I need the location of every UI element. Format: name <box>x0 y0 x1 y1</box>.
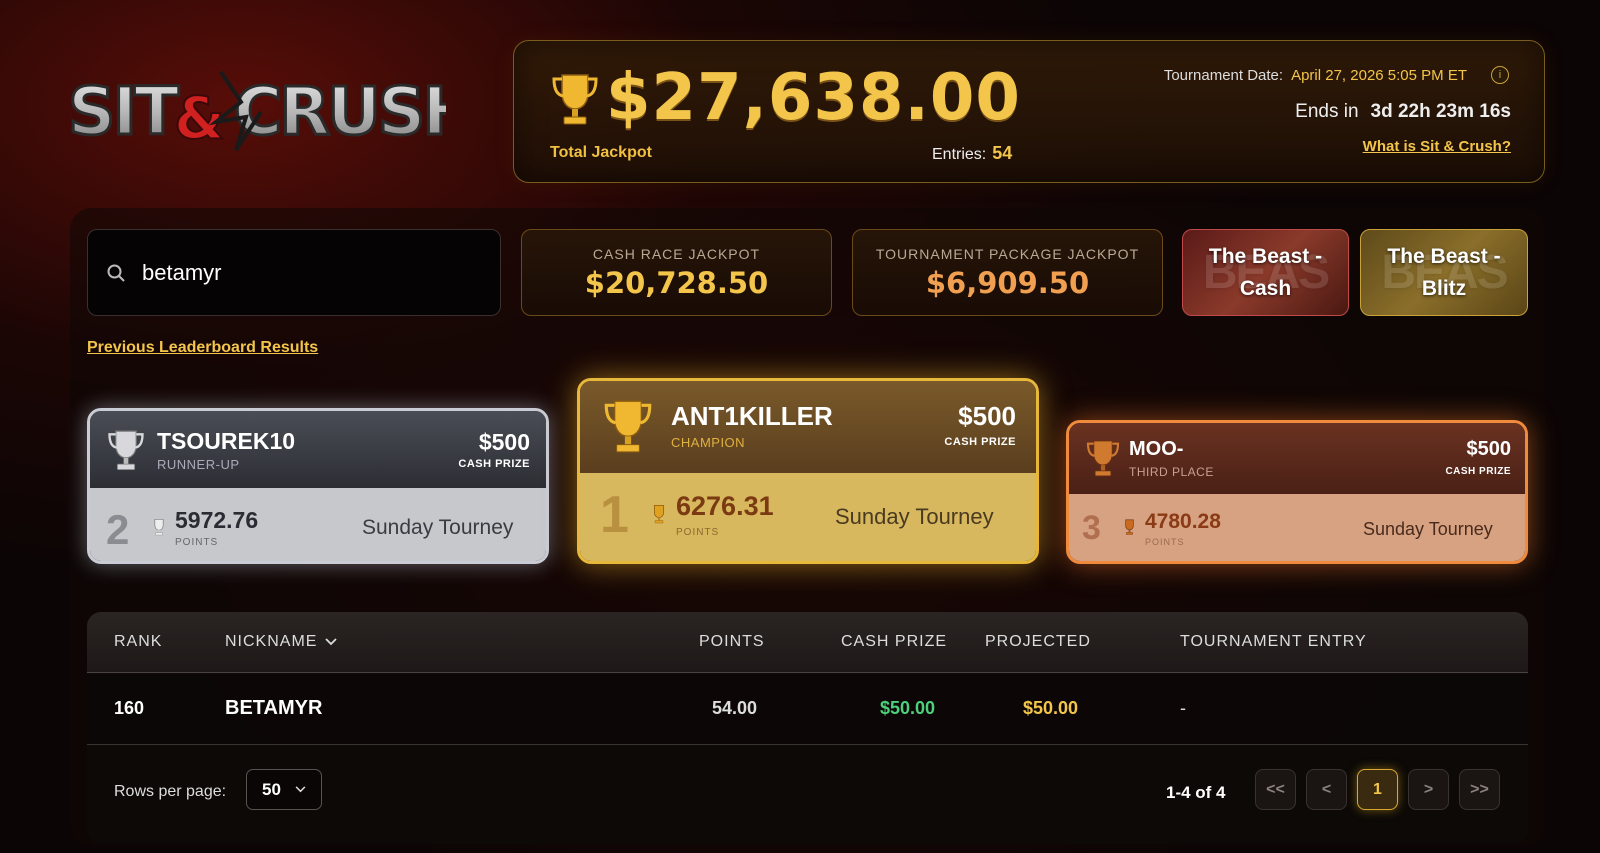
cash-race-jackpot-card: CASH RACE JACKPOT $20,728.50 <box>521 229 832 316</box>
beast-cash-label: The Beast - Cash <box>1208 244 1323 300</box>
podium-first-points-label: POINTS <box>676 527 720 538</box>
previous-page-button[interactable]: < <box>1306 769 1347 810</box>
total-jackpot-amount: $27,638.00 <box>606 61 1021 135</box>
podium-second-tourney: Sunday Tourney <box>362 516 514 539</box>
rows-per-page-select[interactable]: 50 <box>246 769 322 810</box>
entries-value: 54 <box>992 143 1013 163</box>
beast-cash-button[interactable]: BEAS The Beast - Cash <box>1182 229 1349 316</box>
row-nickname: BETAMYR <box>225 697 323 719</box>
countdown: Ends in 3d 22h 23m 16s <box>1295 101 1511 123</box>
column-nickname-label: NICKNAME <box>225 633 318 650</box>
player-search-box[interactable] <box>87 229 501 316</box>
tournament-date: Tournament Date: April 27, 2026 5:05 PM … <box>1164 66 1509 84</box>
podium-second-prize-label: CASH PRIZE <box>458 458 530 470</box>
column-projected[interactable]: PROJECTED <box>985 633 1091 651</box>
podium-third-points: 4780.28 <box>1145 510 1221 533</box>
total-jackpot-card: $27,638.00 Total Jackpot Entries: 54 Tour… <box>513 40 1545 183</box>
tournament-date-label: Tournament Date: <box>1163 66 1284 84</box>
row-rank: 160 <box>114 698 145 718</box>
leaderboard-table: RANK NICKNAME POINTS CASH PRIZE PROJECTE… <box>87 612 1528 844</box>
ends-in-label: Ends in <box>1295 101 1359 122</box>
last-page-button[interactable]: >> <box>1459 769 1500 810</box>
podium-third-tourney: Sunday Tourney <box>1363 519 1493 539</box>
podium-first-points: 6276.31 <box>676 491 774 521</box>
sit-and-crush-logo: SIT & CRUSH <box>66 62 479 157</box>
podium-first-role: CHAMPION <box>671 435 746 450</box>
rows-per-page-value: 50 <box>262 779 281 799</box>
cash-race-jackpot-label: CASH RACE JACKPOT <box>592 246 761 262</box>
column-points[interactable]: POINTS <box>699 633 765 651</box>
table-footer: Rows per page: 50 1-4 of 4 << < 1 > >> <box>87 745 1528 844</box>
total-jackpot-label: Total Jackpot <box>550 144 652 161</box>
podium-third-role: THIRD PLACE <box>1129 465 1214 479</box>
chevron-down-icon <box>325 638 338 646</box>
entries-label: Entries: <box>932 146 987 163</box>
column-rank[interactable]: RANK <box>114 633 162 651</box>
small-bronze-trophy-icon <box>1125 519 1134 535</box>
podium-second-points: 5972.76 <box>175 507 259 533</box>
column-nickname[interactable]: NICKNAME <box>225 633 338 651</box>
search-icon <box>106 263 126 283</box>
column-cash-prize[interactable]: CASH PRIZE <box>841 633 947 651</box>
podium-second-prize: $500 <box>478 429 530 455</box>
page-1-button[interactable]: 1 <box>1357 769 1398 810</box>
search-input[interactable] <box>142 259 472 286</box>
podium-third-prize-label: CASH PRIZE <box>1445 466 1511 477</box>
previous-leaderboard-link[interactable]: Previous Leaderboard Results <box>87 339 318 357</box>
ends-in-value: 3d 22h 23m 16s <box>1370 101 1511 122</box>
podium-third-name: MOO- <box>1129 438 1184 460</box>
bronze-trophy-icon <box>1086 440 1120 477</box>
podium-second-points-label: POINTS <box>175 537 219 548</box>
beast-blitz-button[interactable]: BEAS The Beast - Blitz <box>1360 229 1528 316</box>
podium-second-rank: 2 <box>106 506 130 553</box>
cash-race-jackpot-value: $20,728.50 <box>584 266 769 300</box>
gold-trophy-icon <box>604 400 652 453</box>
podium-second-name: TSOUREK10 <box>157 428 296 454</box>
table-row[interactable]: 160 BETAMYR 54.00 $50.00 $50.00 - <box>87 674 1528 745</box>
row-cash-prize: $50.00 <box>880 698 936 718</box>
podium-third-rank: 3 <box>1082 509 1101 547</box>
podium-first-rank: 1 <box>600 486 629 544</box>
row-projected: $50.00 <box>1023 698 1079 718</box>
tournament-package-jackpot-label: TOURNAMENT PACKAGE JACKPOT <box>875 246 1140 262</box>
silver-trophy-icon <box>108 430 144 471</box>
podium-first-name: ANT1KILLER <box>671 401 833 431</box>
tournament-package-jackpot-card: TOURNAMENT PACKAGE JACKPOT $6,909.50 <box>852 229 1163 316</box>
tournament-package-jackpot-value: $6,909.50 <box>925 266 1090 300</box>
next-page-button[interactable]: > <box>1408 769 1449 810</box>
chevron-down-icon <box>295 786 306 793</box>
podium-card-first[interactable]: ANT1KILLER CHAMPION $500 CASH PRIZE 1 62… <box>577 378 1039 564</box>
entries-count: Entries: 54 <box>932 143 1012 164</box>
rows-per-page-label: Rows per page: <box>114 783 227 800</box>
podium-third-points-label: POINTS <box>1145 537 1185 547</box>
column-tournament-entry[interactable]: TOURNAMENT ENTRY <box>1180 633 1367 651</box>
podium-card-second[interactable]: TSOUREK10 RUNNER-UP $500 CASH PRIZE 2 59… <box>87 408 549 564</box>
podium-first-prize: $500 <box>958 401 1016 431</box>
first-page-button[interactable]: << <box>1255 769 1296 810</box>
tournament-date-value: April 27, 2026 5:05 PM ET <box>1291 66 1467 84</box>
podium-second-role: RUNNER-UP <box>157 457 240 472</box>
svg-text:&: & <box>174 84 225 152</box>
svg-text:CRUSH: CRUSH <box>234 73 446 150</box>
table-header: RANK NICKNAME POINTS CASH PRIZE PROJECTE… <box>87 612 1528 673</box>
small-gold-trophy-icon <box>653 505 665 524</box>
svg-text:SIT: SIT <box>68 73 179 150</box>
pagination-info: 1-4 of 4 <box>1166 783 1226 802</box>
podium-first-prize-label: CASH PRIZE <box>944 436 1016 448</box>
podium-first-tourney: Sunday Tourney <box>835 504 994 529</box>
podium-third-prize: $500 <box>1466 438 1512 460</box>
podium-card-third[interactable]: MOO- THIRD PLACE $500 CASH PRIZE 3 4780.… <box>1066 420 1528 564</box>
row-tournament-entry: - <box>1180 698 1186 718</box>
what-is-sit-and-crush-link[interactable]: What is Sit & Crush? <box>1363 138 1511 155</box>
gold-trophy-icon <box>550 71 600 127</box>
small-silver-trophy-icon <box>154 519 164 536</box>
info-icon[interactable]: i <box>1491 66 1509 84</box>
row-points: 54.00 <box>712 698 758 718</box>
beast-blitz-label: The Beast - Blitz <box>1387 244 1501 300</box>
